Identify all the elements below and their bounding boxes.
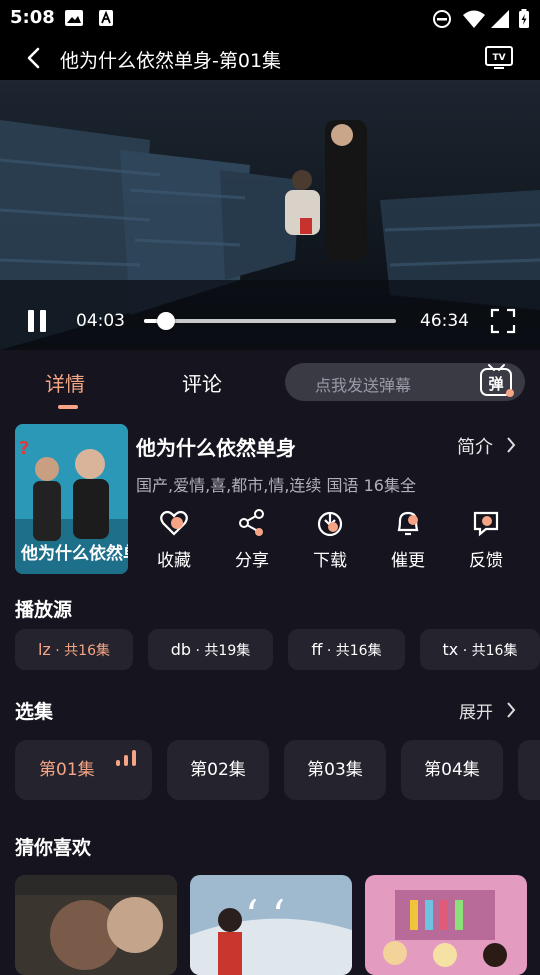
sources-title: 播放源 (15, 599, 73, 621)
show-poster[interactable]: 他为什么依然单身 ? (15, 424, 128, 574)
source-count: · 共16集 (50, 643, 110, 659)
image-icon (65, 10, 83, 26)
episode-label: 第03集 (307, 760, 363, 780)
progress-track[interactable] (144, 312, 396, 330)
source-count: · 共19集 (191, 643, 251, 659)
back-arrow-icon[interactable] (22, 46, 46, 70)
status-bar: 5:08 (0, 0, 540, 36)
share-label: 分享 (235, 551, 269, 571)
title-bar: 他为什么依然单身-第01集 TV (0, 36, 540, 80)
recommend-card[interactable] (15, 875, 177, 975)
feedback-button[interactable]: 反馈 (456, 508, 516, 578)
signal-icon (491, 10, 509, 28)
video-title: 他为什么依然单身-第01集 (60, 50, 282, 72)
episode-04[interactable]: 第04集 (401, 740, 503, 800)
pause-bar-right (40, 310, 46, 332)
heart-icon (160, 510, 188, 536)
source-name: tx (442, 640, 459, 659)
recommend-card[interactable]: ‘ ‘ (190, 875, 352, 975)
chevron-right-icon[interactable] (505, 701, 517, 719)
recommend-card[interactable] (365, 875, 527, 975)
expand-link[interactable]: 展开 (459, 698, 493, 723)
tab-detail[interactable]: 详情 (45, 368, 85, 397)
poster-image: 他为什么依然单身 ? (15, 424, 128, 574)
source-name: lz (37, 640, 51, 659)
download-button[interactable]: 下载 (300, 508, 360, 578)
recommend-thumbnail (365, 875, 527, 975)
episode-label: 第04集 (424, 760, 480, 780)
dnd-icon (433, 10, 451, 28)
progress-thumb[interactable] (156, 312, 175, 330)
battery-icon (519, 9, 529, 28)
source-chip-tx[interactable]: tx · 共16集 (420, 629, 540, 670)
episode-02[interactable]: 第02集 (167, 740, 269, 800)
download-icon (317, 511, 343, 537)
episode-01[interactable]: 第01集 (15, 740, 152, 800)
source-chip-lz[interactable]: lz · 共16集 (15, 629, 133, 670)
svg-text:TV: TV (492, 53, 505, 63)
source-count: · 共16集 (458, 643, 518, 659)
svg-text:?: ? (19, 438, 29, 459)
tab-comments[interactable]: 评论 (182, 368, 222, 397)
update-request-button[interactable]: 催更 (378, 508, 438, 578)
feedback-icon (473, 511, 499, 537)
intro-link[interactable]: 简介 (457, 433, 493, 459)
tv-cast-icon[interactable]: TV (484, 44, 514, 72)
poster-title: 他为什么依然单身 (20, 543, 128, 564)
show-tags: 国产,爱情,喜,都市,情,连续 国语 16集全 (136, 476, 416, 495)
chevron-right-icon[interactable] (505, 436, 517, 454)
show-title: 他为什么依然单身 (136, 436, 296, 460)
recommend-thumbnail (15, 875, 177, 975)
source-count: · 共16集 (322, 643, 382, 659)
pause-button[interactable] (26, 308, 50, 334)
source-name: db (170, 640, 192, 659)
fullscreen-icon[interactable] (490, 308, 516, 334)
source-chip-ff[interactable]: ff · 共16集 (288, 629, 405, 670)
download-label: 下载 (313, 551, 347, 571)
episode-label: 第01集 (39, 760, 95, 780)
favorite-button[interactable]: 收藏 (144, 508, 204, 578)
danmu-icon-label: 弹 (488, 375, 503, 393)
feedback-label: 反馈 (469, 551, 503, 571)
recommend-thumbnail: ‘ ‘ (190, 875, 352, 975)
episodes-title: 选集 (15, 701, 54, 723)
danmu-icon[interactable]: 弹 (477, 363, 517, 401)
pause-bar-left (28, 310, 34, 332)
share-icon (239, 509, 264, 536)
update-request-label: 催更 (391, 551, 425, 571)
player-controls: 04:03 46:34 (0, 298, 540, 348)
bell-icon (397, 511, 419, 536)
danmu-input[interactable]: 点我发送弹幕 弹 (285, 363, 525, 401)
episode-05-partial[interactable] (518, 740, 540, 800)
font-icon (99, 10, 113, 26)
source-chip-db[interactable]: db · 共19集 (148, 629, 273, 670)
episode-label: 第02集 (190, 760, 246, 780)
duration-time: 46:34 (420, 311, 469, 331)
wifi-icon (463, 10, 485, 28)
favorite-label: 收藏 (157, 551, 191, 571)
share-button[interactable]: 分享 (222, 508, 282, 578)
svg-text:‘ ‘: ‘ ‘ (245, 891, 285, 940)
tab-underline (58, 405, 78, 409)
episode-03[interactable]: 第03集 (284, 740, 386, 800)
source-name: ff (311, 640, 323, 659)
danmu-placeholder: 点我发送弹幕 (315, 376, 412, 395)
recommend-title: 猜你喜欢 (15, 837, 92, 859)
current-time: 04:03 (76, 311, 125, 331)
status-time: 5:08 (10, 7, 55, 28)
